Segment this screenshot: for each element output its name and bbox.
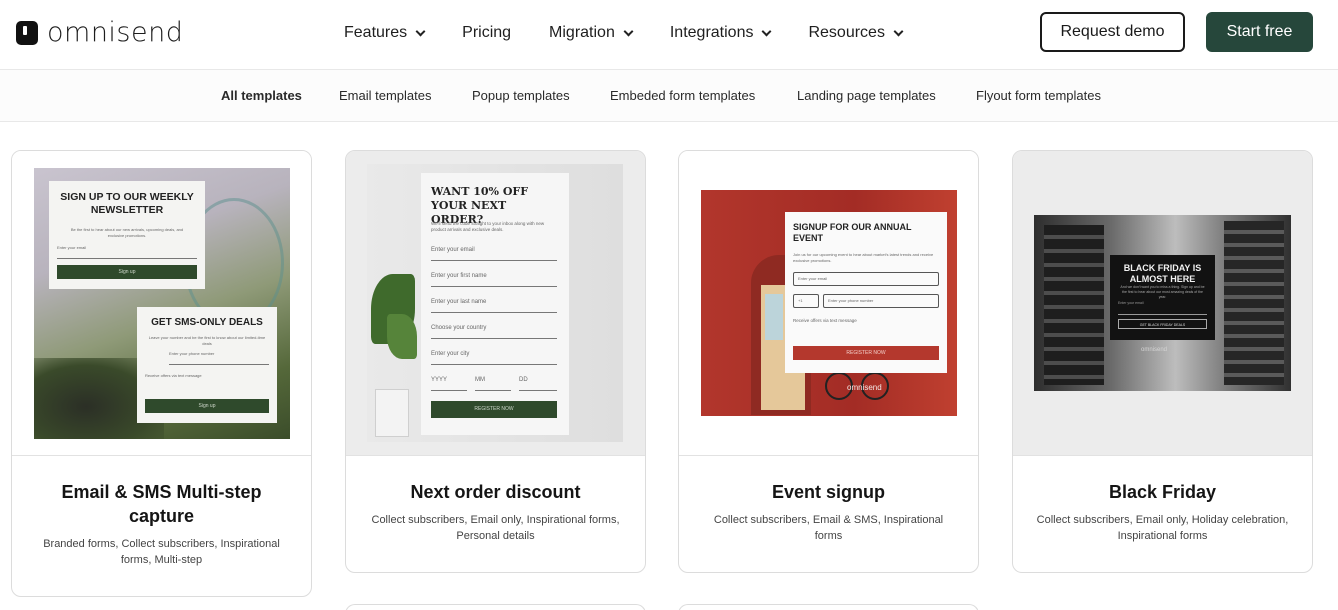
nav-features[interactable]: Features xyxy=(344,22,426,44)
preview-phone-field: Enter your phone number xyxy=(169,351,269,365)
main-nav: Features Pricing Migration Integrations … xyxy=(344,22,940,44)
preview-heading: BLACK FRIDAY IS ALMOST HERE xyxy=(1123,263,1202,285)
preview-first-name-field: Enter your first name xyxy=(431,273,557,287)
nav-features-label: Features xyxy=(344,24,408,41)
tab-popup-templates[interactable]: Popup templates xyxy=(472,88,570,103)
preview-phone-prefix: +1 xyxy=(793,294,819,308)
template-preview[interactable]: SIGN UP TO OUR WEEKLY NEWSLETTER Be the … xyxy=(12,151,311,456)
preview-email-field: Enter your email xyxy=(1118,301,1207,315)
tab-email-templates[interactable]: Email templates xyxy=(339,88,431,103)
card-title: Black Friday xyxy=(1108,482,1217,502)
preview-country-field: Choose your country xyxy=(431,325,557,339)
sms-panel: GET SMS-ONLY DEALS Leave your number and… xyxy=(137,307,277,423)
event-panel: SIGNUP FOR OUR ANNUAL EVENT Join us for … xyxy=(785,212,947,373)
nav-migration[interactable]: Migration xyxy=(549,22,634,44)
preview-sms-heading: GET SMS-ONLY DEALS xyxy=(151,317,263,328)
template-preview[interactable]: SIGNUP FOR OUR ANNUAL EVENT Join us for … xyxy=(679,151,978,456)
preview-subtext: Join us for our upcoming event to hear a… xyxy=(793,252,934,263)
preview-subtext: And we don't want you to miss a thing. S… xyxy=(1120,285,1205,299)
preview-deals-button: GET BLACK FRIDAY DEALS xyxy=(1118,319,1207,329)
request-demo-button[interactable]: Request demo xyxy=(1040,12,1185,52)
discount-panel: WANT 10% OFF YOUR NEXT ORDER? We'll send… xyxy=(421,173,569,435)
brand-name: omnisend xyxy=(47,17,184,48)
site-header: omnisend Features Pricing Migration Inte… xyxy=(0,0,1338,70)
preview-day-field: DD xyxy=(519,377,557,391)
nav-pricing-label: Pricing xyxy=(462,24,512,41)
card-title: Event signup xyxy=(771,482,885,502)
tab-landing-page-templates[interactable]: Landing page templates xyxy=(797,88,936,103)
template-preview[interactable]: BLACK FRIDAY IS ALMOST HERE And we don't… xyxy=(1013,151,1312,456)
preview-checkbox-label: Receive offers via text message xyxy=(145,373,202,378)
tab-all-templates[interactable]: All templates xyxy=(221,88,302,103)
preview-month-field: MM xyxy=(475,377,511,391)
chevron-down-icon xyxy=(893,26,904,36)
card-title: Email & SMS Multi-step capture xyxy=(61,482,262,526)
nav-resources-label: Resources xyxy=(808,24,885,41)
template-card[interactable]: WANT 10% OFF YOUR NEXT ORDER? We'll send… xyxy=(345,150,646,573)
preview-year-field: YYYY xyxy=(431,377,467,391)
preview-heading: SIGN UP TO OUR WEEKLY NEWSLETTER xyxy=(60,191,194,217)
preview-checkbox-label: Receive offers via text message xyxy=(793,318,857,323)
nav-integrations[interactable]: Integrations xyxy=(669,22,772,44)
preview-signup-button: Sign up xyxy=(57,265,197,279)
chevron-down-icon xyxy=(415,26,426,36)
template-card[interactable]: BLACK FRIDAY IS ALMOST HERE And we don't… xyxy=(1012,150,1313,573)
start-free-button[interactable]: Start free xyxy=(1206,12,1313,52)
preview-sms-signup-button: Sign up xyxy=(145,399,269,413)
preview-register-button: REGISTER NOW xyxy=(431,401,557,418)
preview-last-name-field: Enter your last name xyxy=(431,299,557,313)
preview-subtext: We'll send the code straight to your inb… xyxy=(431,221,545,233)
omnisend-logo[interactable]: omnisend xyxy=(16,17,183,48)
template-card-next-row[interactable] xyxy=(345,604,646,610)
card-tags: Collect subscribers, Email only, Holiday… xyxy=(1036,514,1289,542)
card-tags: Collect subscribers, Email & SMS, Inspir… xyxy=(713,514,944,542)
preview-watermark: omnisend xyxy=(1141,347,1168,353)
chevron-down-icon xyxy=(762,26,772,36)
preview-phone-field: Enter your phone number xyxy=(823,294,939,308)
preview-heading: SIGNUP FOR OUR ANNUAL EVENT xyxy=(793,222,912,244)
preview-register-button: REGISTER NOW xyxy=(793,346,939,360)
tab-embeded-form-templates[interactable]: Embeded form templates xyxy=(610,88,755,103)
tab-flyout-form-templates[interactable]: Flyout form templates xyxy=(976,88,1101,103)
template-card[interactable]: SIGNUP FOR OUR ANNUAL EVENT Join us for … xyxy=(678,150,979,573)
omnisend-logo-icon xyxy=(16,20,38,45)
preview-email-field: Enter your email xyxy=(793,272,939,286)
newsletter-panel: SIGN UP TO OUR WEEKLY NEWSLETTER Be the … xyxy=(49,181,205,289)
preview-subtext: Be the first to hear about our new arriv… xyxy=(70,227,184,238)
template-category-tabs: All templates Email templates Popup temp… xyxy=(0,70,1338,122)
template-card-next-row[interactable] xyxy=(678,604,979,610)
template-card[interactable]: SIGN UP TO OUR WEEKLY NEWSLETTER Be the … xyxy=(11,150,312,597)
preview-email-field: Enter your email xyxy=(57,245,197,259)
card-tags: Branded forms, Collect subscribers, Insp… xyxy=(43,538,280,566)
chevron-down-icon xyxy=(623,26,634,36)
nav-resources[interactable]: Resources xyxy=(808,22,904,44)
template-preview[interactable]: WANT 10% OFF YOUR NEXT ORDER? We'll send… xyxy=(346,151,645,456)
preview-watermark: omnisend xyxy=(847,383,882,392)
card-title: Next order discount xyxy=(410,482,581,502)
card-tags: Collect subscribers, Email only, Inspira… xyxy=(371,514,620,542)
preview-sms-subtext: Leave your number and be the first to kn… xyxy=(148,335,266,346)
preview-city-field: Enter your city xyxy=(431,351,557,365)
nav-migration-label: Migration xyxy=(549,24,615,41)
black-friday-panel: BLACK FRIDAY IS ALMOST HERE And we don't… xyxy=(1110,255,1215,340)
preview-email-field: Enter your email xyxy=(431,247,557,261)
nav-pricing[interactable]: Pricing xyxy=(462,22,511,44)
nav-integrations-label: Integrations xyxy=(669,24,754,41)
